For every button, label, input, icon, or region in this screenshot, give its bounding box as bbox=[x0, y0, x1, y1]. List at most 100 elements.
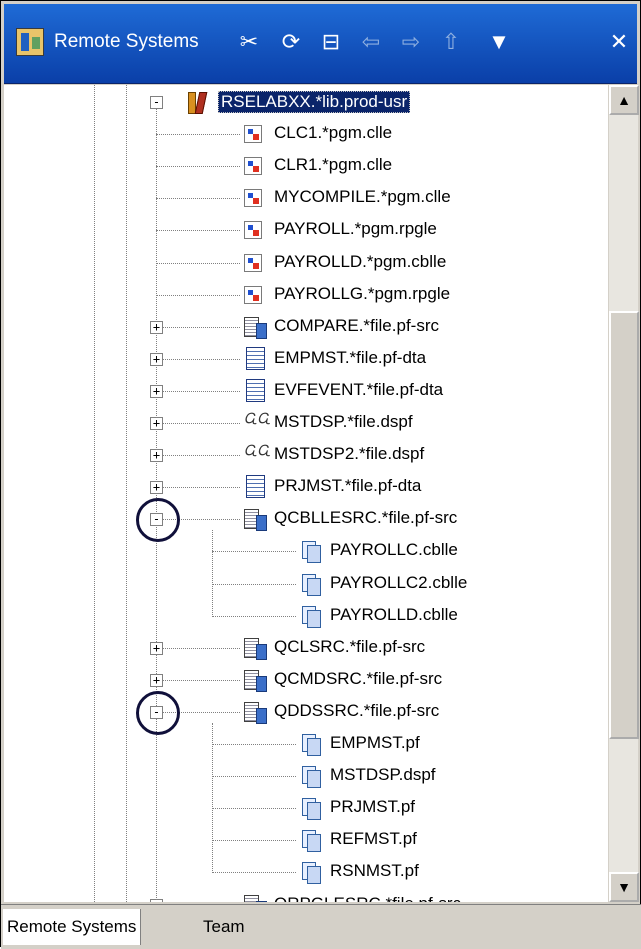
view-tab-bar: Remote Systems Team bbox=[1, 904, 641, 949]
tree-item[interactable]: PAYROLLG.*pgm.rpgle bbox=[4, 280, 608, 310]
tree-item-label: EVFEVENT.*file.pf-dta bbox=[274, 379, 444, 399]
back-icon[interactable]: ⇦ bbox=[356, 26, 386, 58]
expand-toggle[interactable]: + bbox=[150, 417, 163, 430]
view-menu-icon[interactable]: ▼ bbox=[484, 26, 514, 58]
tree-item[interactable]: - RSELABXX.*lib.prod-usr bbox=[4, 87, 608, 117]
tree-item[interactable]: + ᏩᏩ MSTDSP2.*file.dspf bbox=[4, 440, 608, 470]
tree-item-label: EMPMST.*file.pf-dta bbox=[274, 347, 427, 367]
tree-item-label: CLC1.*pgm.clle bbox=[274, 123, 393, 143]
forward-icon[interactable]: ⇨ bbox=[396, 26, 426, 58]
tree-item-label: PAYROLLD.cblle bbox=[330, 604, 458, 624]
tree-item[interactable]: + EVFEVENT.*file.pf-dta bbox=[4, 376, 608, 406]
tree-item-label: CLR1.*pgm.clle bbox=[274, 155, 393, 175]
expand-toggle[interactable]: + bbox=[150, 384, 163, 398]
tree-item[interactable]: RSNMST.pf bbox=[4, 857, 608, 887]
display-file-icon: ᏩᏩ bbox=[244, 411, 271, 427]
tree-item[interactable]: + COMPARE.*file.pf-src bbox=[4, 312, 608, 342]
close-icon[interactable]: ✕ bbox=[604, 26, 634, 58]
tree-guide-line bbox=[156, 166, 240, 168]
member-icon bbox=[300, 732, 324, 756]
scroll-up-button[interactable]: ▲ bbox=[609, 85, 639, 115]
tree-guide-line bbox=[156, 679, 240, 681]
scroll-thumb[interactable] bbox=[609, 311, 639, 739]
view-title: Remote Systems bbox=[54, 31, 199, 52]
tree-guide-line bbox=[212, 583, 296, 585]
program-icon bbox=[244, 189, 262, 208]
tree-item[interactable]: + ᏩᏩ MSTDSP.*file.dspf bbox=[4, 408, 608, 438]
remote-systems-view: Remote Systems ✂ ⟳ ⊟ ⇦ ⇨ ⇧ ▼ ✕ - RSELABXX.*lib.p… bbox=[0, 0, 641, 949]
tree-item[interactable]: EMPMST.pf bbox=[4, 729, 608, 759]
tree-guide-line bbox=[212, 722, 213, 872]
tree-item[interactable]: PAYROLLC2.cblle bbox=[4, 569, 608, 599]
tree-item-label: QCBLLESRC.*file.pf-src bbox=[274, 508, 458, 528]
source-file-icon bbox=[244, 893, 268, 902]
member-icon bbox=[300, 539, 324, 564]
tree-item-label: QCLSRC.*file.pf-src bbox=[274, 636, 426, 656]
tab-remote-systems[interactable]: Remote Systems bbox=[3, 909, 142, 945]
member-icon bbox=[300, 764, 324, 789]
tree-guide-line bbox=[156, 134, 240, 136]
data-file-icon bbox=[244, 346, 268, 371]
view-title-bar[interactable]: Remote Systems ✂ ⟳ ⊟ ⇦ ⇨ ⇧ ▼ ✕ bbox=[4, 4, 637, 84]
source-file-icon bbox=[244, 507, 268, 532]
up-icon[interactable]: ⇧ bbox=[436, 26, 466, 58]
tree-guide-line bbox=[156, 647, 240, 649]
tree-item[interactable]: + QCLSRC.*file.pf-src bbox=[4, 633, 608, 663]
tree-item[interactable]: PAYROLLC.cblle bbox=[4, 536, 608, 566]
tree-guide-line bbox=[212, 615, 296, 617]
tree-item-label: PAYROLLC2.cblle bbox=[330, 572, 468, 592]
tree-item[interactable]: + QRPGLESRC.*file.pf-src bbox=[4, 890, 608, 902]
tree-item[interactable]: - QCBLLESRC.*file.pf-src bbox=[4, 498, 608, 543]
library-icon bbox=[188, 90, 212, 114]
tree-item-label: PAYROLLD.*pgm.cblle bbox=[274, 251, 447, 271]
scroll-down-button[interactable]: ▼ bbox=[609, 872, 639, 902]
tree-item-label: PAYROLLC.cblle bbox=[330, 540, 458, 560]
tree-item[interactable]: PAYROLL.*pgm.rpgle bbox=[4, 215, 608, 245]
expand-toggle[interactable]: + bbox=[150, 449, 163, 463]
tree-item[interactable]: CLC1.*pgm.clle bbox=[4, 119, 608, 149]
program-icon bbox=[244, 221, 262, 240]
vertical-scrollbar[interactable]: ▲ ▼ bbox=[608, 85, 639, 902]
tree-item[interactable]: + EMPMST.*file.pf-dta bbox=[4, 344, 608, 374]
tree-item[interactable]: MSTDSP.dspf bbox=[4, 761, 608, 791]
tree-item[interactable]: MYCOMPILE.*pgm.clle bbox=[4, 183, 608, 213]
tree-guide-line bbox=[156, 326, 240, 328]
collapse-toggle[interactable]: - bbox=[150, 96, 163, 109]
tree-item-label: EMPMST.pf bbox=[330, 733, 420, 752]
collapse-all-icon[interactable]: ⊟ bbox=[316, 26, 346, 58]
program-icon bbox=[244, 253, 262, 272]
tree-item-label: MSTDSP2.*file.dspf bbox=[274, 444, 425, 464]
member-icon bbox=[300, 828, 324, 853]
tree-item[interactable]: PRJMST.pf bbox=[4, 793, 608, 823]
program-icon bbox=[244, 285, 262, 304]
tree-item[interactable]: CLR1.*pgm.clle bbox=[4, 151, 608, 181]
expand-toggle[interactable]: + bbox=[150, 673, 163, 687]
refresh-icon[interactable]: ⟳ bbox=[276, 26, 306, 58]
member-icon bbox=[300, 796, 324, 821]
tree-guide-line bbox=[156, 455, 240, 457]
expand-toggle[interactable]: + bbox=[150, 641, 163, 655]
expand-toggle[interactable]: + bbox=[150, 898, 163, 902]
tree-item[interactable]: PAYROLLD.cblle bbox=[4, 601, 608, 631]
expand-toggle[interactable]: + bbox=[150, 320, 163, 334]
tree-guide-line bbox=[156, 294, 240, 296]
remove-filter-icon[interactable]: ✂ bbox=[234, 26, 264, 58]
tree-item[interactable]: + QCMDSRC.*file.pf-src bbox=[4, 665, 608, 695]
tree-item[interactable]: REFMST.pf bbox=[4, 825, 608, 855]
tree-guide-line bbox=[156, 487, 240, 489]
tree-item[interactable]: + PRJMST.*file.pf-dta bbox=[4, 472, 608, 502]
tree-item-label: PRJMST.*file.pf-dta bbox=[274, 476, 422, 496]
expand-toggle[interactable]: + bbox=[150, 352, 163, 366]
tree-item[interactable]: - QDDSSRC.*file.pf-src bbox=[4, 690, 608, 735]
tree-guide-line bbox=[156, 423, 240, 424]
member-icon bbox=[300, 572, 324, 596]
program-icon bbox=[244, 125, 262, 144]
tree-item-label: QCMDSRC.*file.pf-src bbox=[274, 668, 443, 688]
source-file-icon bbox=[244, 636, 268, 660]
remote-systems-tree[interactable]: - RSELABXX.*lib.prod-usr CLC1.*pgm.clle CLR… bbox=[4, 85, 608, 902]
expand-toggle[interactable]: + bbox=[150, 481, 163, 495]
tree-item-label: RSELABXX.*lib.prod-usr bbox=[218, 91, 411, 113]
tree-guide-line bbox=[156, 230, 240, 232]
tree-item[interactable]: PAYROLLD.*pgm.cblle bbox=[4, 248, 608, 278]
tab-team[interactable]: Team bbox=[199, 909, 249, 945]
